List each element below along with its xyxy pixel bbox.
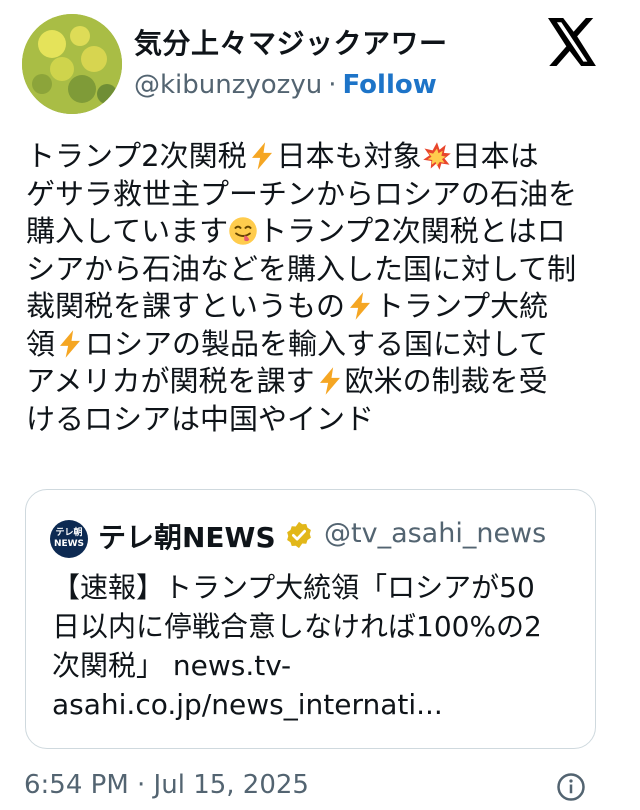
follow-button[interactable]: Follow bbox=[342, 70, 436, 100]
quoted-tweet-card[interactable]: テレ朝 NEWS テレ朝NEWS @tv_asahi_news 【速報】トランプ… bbox=[25, 489, 596, 749]
tweet-text-segment: 欧米の制裁を受 bbox=[344, 364, 548, 398]
tweet-timestamp[interactable]: 6:54 PM · Jul 15, 2025 bbox=[24, 770, 309, 800]
quoted-handle: @tv_asahi_news bbox=[324, 518, 547, 549]
high-voltage-emoji bbox=[345, 291, 375, 321]
tweet-text-line: けるロシアは中国やインド bbox=[26, 401, 596, 439]
collision-emoji bbox=[422, 141, 452, 171]
face-savoring-food-emoji bbox=[228, 216, 258, 246]
tweet-text-segment: 裁関税を課すというもの bbox=[26, 289, 346, 323]
tweet-text-segment: ゲサラ救世主プーチンからロシアの石油を bbox=[26, 176, 578, 211]
info-icon[interactable] bbox=[556, 772, 586, 802]
quoted-text-line: 【速報】トランプ大統領「ロシアが50 bbox=[52, 571, 535, 604]
tweet-text: トランプ2次関税 日本も対象 日本は ゲサラ救世主プーチンからロシアの石油を 購入してい… bbox=[26, 138, 596, 438]
quoted-link[interactable]: asahi.co.jp/news_internati... bbox=[52, 685, 582, 724]
quoted-text-line: 次関税」 news.tv- bbox=[52, 649, 292, 682]
quoted-avatar-text-bottom: NEWS bbox=[53, 539, 85, 549]
author-avatar[interactable] bbox=[22, 14, 122, 114]
handle-separator: · bbox=[328, 70, 337, 100]
tweet-text-segment: 購入しています bbox=[26, 214, 229, 248]
tweet-text-segment: 領 bbox=[26, 326, 56, 361]
tweet-text-line: ゲサラ救世主プーチンからロシアの石油を bbox=[26, 176, 596, 214]
tweet-text-line: 裁関税を課すというもの トランプ大統 bbox=[26, 288, 596, 326]
high-voltage-emoji bbox=[315, 366, 345, 396]
tweet-text-line: トランプ2次関税 日本も対象 日本は bbox=[26, 138, 596, 176]
tweet-text-line: 購入しています トランプ2次関税とはロ bbox=[26, 213, 596, 251]
tweet-text-segment: シアから石油などを購入した国に対して制 bbox=[26, 251, 577, 286]
tweet-text-segment: トランプ2次関税 bbox=[26, 139, 247, 173]
tweet-text-line: シアから石油などを購入した国に対して制 bbox=[26, 251, 596, 289]
tweet-text-segment: 日本も対象 bbox=[276, 139, 422, 173]
tweet-text-segment: ロシアの製品を輸入する国に対して bbox=[85, 326, 549, 361]
x-logo-icon[interactable] bbox=[548, 18, 598, 66]
tweet-text-segment: トランプ大統 bbox=[375, 289, 549, 323]
quoted-text-line: 日以内に停戦合意しなければ100%の2 bbox=[52, 610, 542, 643]
author-display-name[interactable]: 気分上々マジックアワー bbox=[134, 22, 448, 62]
tweet-text-segment: 日本は bbox=[451, 139, 539, 173]
high-voltage-emoji bbox=[55, 329, 85, 359]
author-handle-row: @kibunzyozyu · Follow bbox=[134, 70, 437, 100]
tweet-text-line: 領ロシアの製品を輸入する国に対して bbox=[26, 326, 596, 364]
quoted-avatar-text-top: テレ朝 bbox=[55, 528, 83, 538]
avatar-image bbox=[22, 14, 122, 114]
author-handle[interactable]: @kibunzyozyu bbox=[134, 70, 322, 100]
quoted-avatar: テレ朝 NEWS bbox=[50, 520, 88, 558]
tweet-text-line: アメリカが関税を課す 欧米の制裁を受 bbox=[26, 363, 596, 401]
verified-badge-icon bbox=[287, 521, 311, 549]
tweet-text-segment: トランプ2次関税とはロ bbox=[258, 214, 566, 248]
tweet-text-segment: アメリカが関税を課す bbox=[26, 364, 315, 398]
quoted-display-name[interactable]: テレ朝NEWS bbox=[98, 516, 276, 556]
tweet-text-segment: けるロシアは中国やインド bbox=[26, 401, 375, 436]
high-voltage-emoji bbox=[247, 141, 277, 171]
quoted-text: 【速報】トランプ大統領「ロシアが50 日以内に停戦合意しなければ100%の2 次… bbox=[52, 568, 582, 724]
